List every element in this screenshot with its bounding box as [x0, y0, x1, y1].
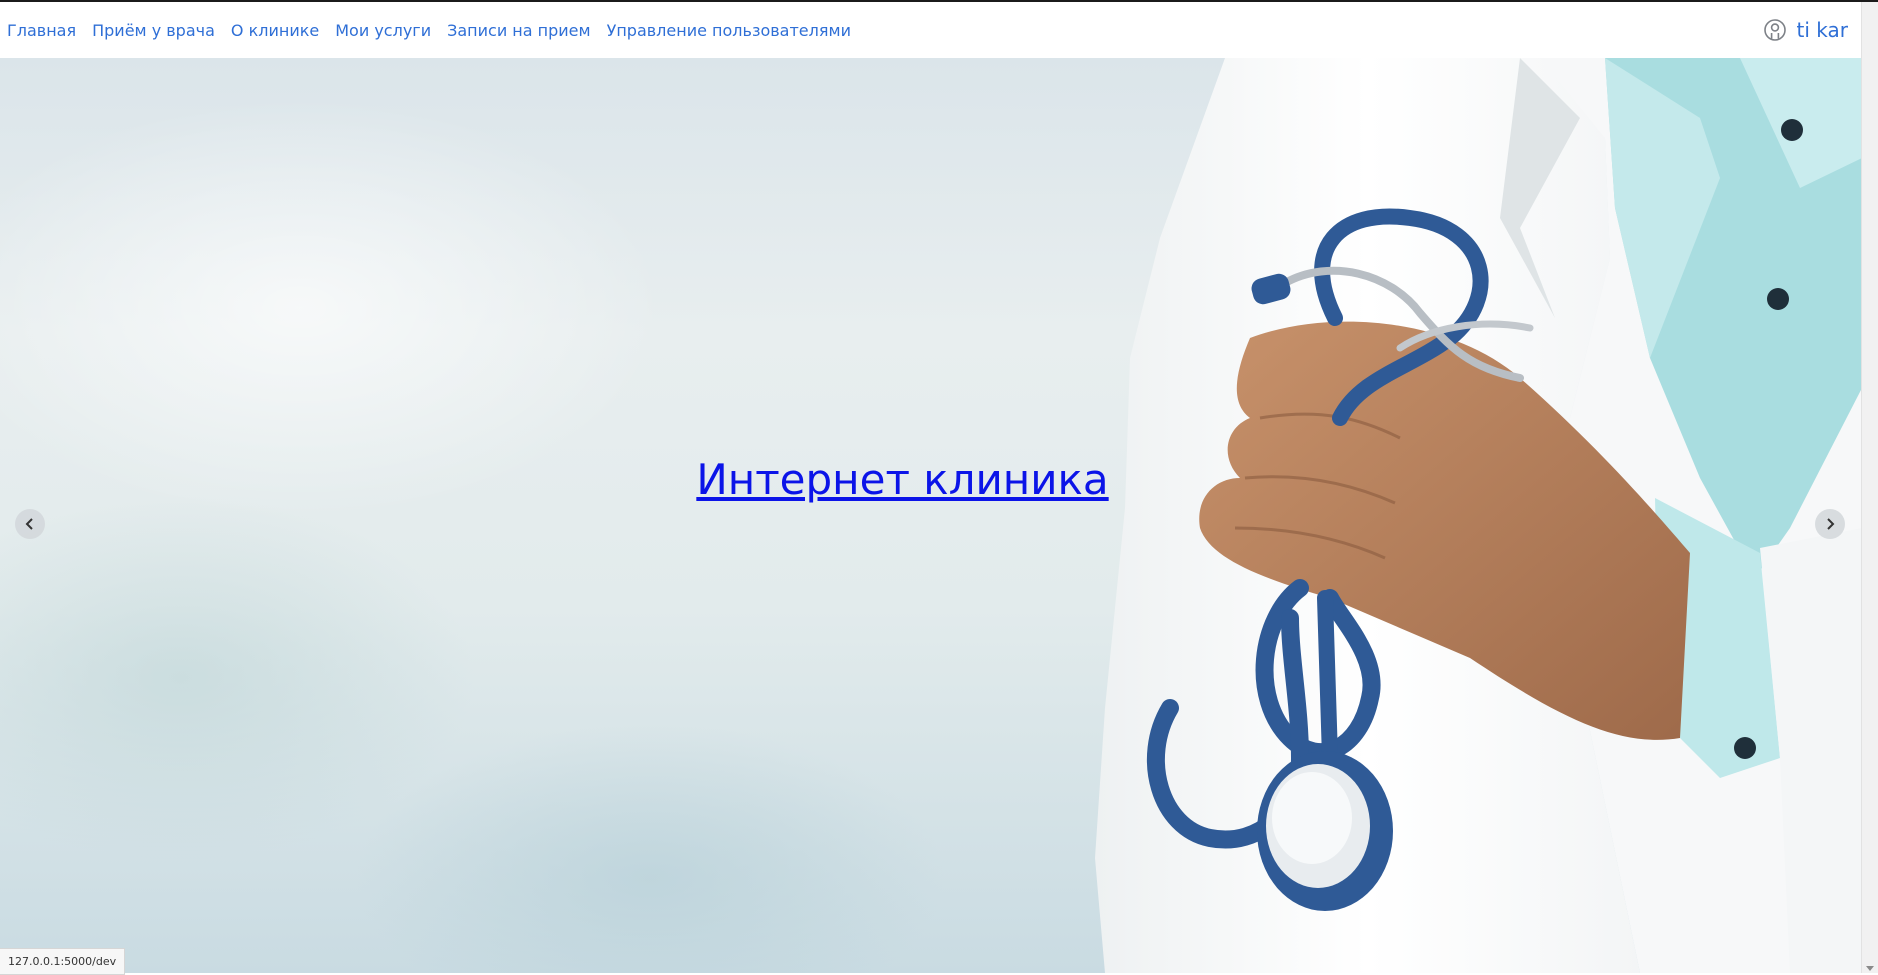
user-circle-icon [1763, 18, 1787, 42]
user-menu[interactable]: ti kar [1763, 2, 1848, 58]
nav-links: Главная Приём у врача О клинике Мои услу… [0, 21, 867, 40]
nav-link-doctor-appointment[interactable]: Приём у врача [92, 21, 215, 40]
nav-link-my-services[interactable]: Мои услуги [335, 21, 431, 40]
vertical-scrollbar[interactable] [1861, 2, 1878, 973]
status-bar-url: 127.0.0.1:5000/dev [0, 948, 126, 975]
scroll-down-arrow-icon[interactable] [1866, 966, 1874, 971]
chevron-left-icon [25, 518, 33, 530]
user-name[interactable]: ti kar [1797, 18, 1848, 42]
hero-carousel: Интернет клиника [0, 58, 1862, 973]
carousel-prev-button[interactable] [15, 509, 45, 539]
nav-link-about-clinic[interactable]: О клинике [231, 21, 319, 40]
nav-link-user-management[interactable]: Управление пользователями [607, 21, 851, 40]
top-navbar: Главная Приём у врача О клинике Мои услу… [0, 2, 1862, 58]
chevron-right-icon [1827, 518, 1835, 530]
carousel-next-button[interactable] [1815, 509, 1845, 539]
hero-title-link[interactable]: Интернет клиника [0, 455, 1805, 504]
nav-link-appointments[interactable]: Записи на прием [447, 21, 590, 40]
doctor-image [1095, 58, 1862, 973]
nav-link-home[interactable]: Главная [7, 21, 76, 40]
